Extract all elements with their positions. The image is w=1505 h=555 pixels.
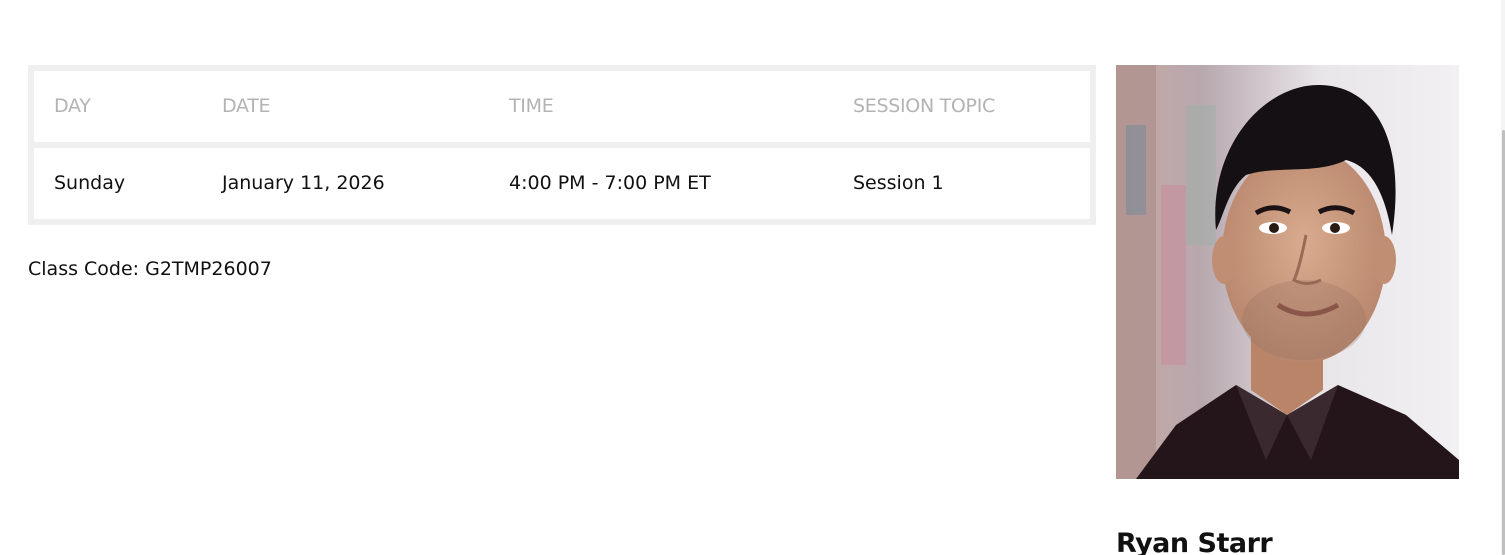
header-date: DATE [222,95,271,117]
instructor-photo[interactable] [1116,65,1459,479]
schedule-table: DAY DATE TIME SESSION TOPIC Sunday Janua… [28,65,1096,225]
instructor-name[interactable]: Ryan Starr [1116,528,1273,555]
cell-day: Sunday [54,172,126,194]
scrollbar[interactable] [1501,0,1505,555]
header-session-topic: SESSION TOPIC [853,95,995,117]
cell-date: January 11, 2026 [222,172,385,194]
instructor-portrait-icon [1116,65,1459,479]
page: DAY DATE TIME SESSION TOPIC Sunday Janua… [0,0,1505,555]
header-time: TIME [509,95,554,117]
class-code-label: Class Code: [28,258,140,280]
class-code-value: G2TMP26007 [145,258,272,280]
table-row: Sunday January 11, 2026 4:00 PM - 7:00 P… [34,148,1090,219]
cell-session-topic: Session 1 [853,172,944,194]
header-day: DAY [54,95,91,117]
table-header-row: DAY DATE TIME SESSION TOPIC [34,71,1090,142]
class-code: Class Code: G2TMP26007 [28,258,272,280]
cell-time: 4:00 PM - 7:00 PM ET [509,172,711,194]
